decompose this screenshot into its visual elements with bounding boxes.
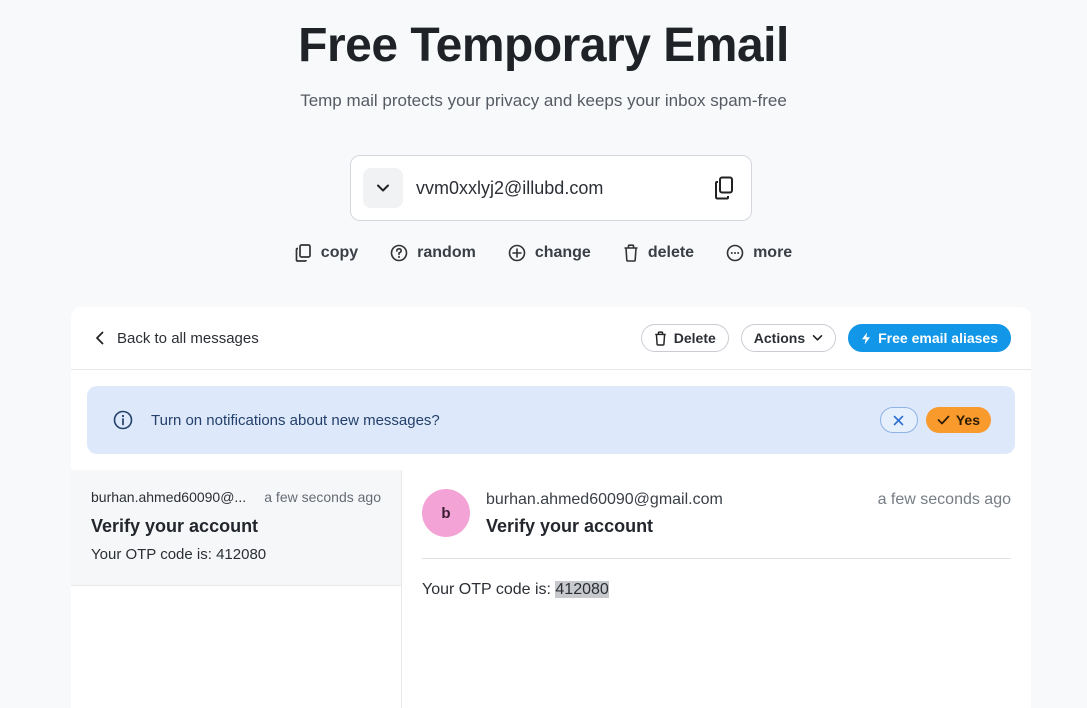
chevron-down-icon bbox=[377, 184, 389, 192]
delete-message-label: Delete bbox=[673, 330, 716, 346]
message-sender: burhan.ahmed60090@gmail.com bbox=[486, 491, 723, 508]
copy-icon bbox=[295, 244, 311, 262]
trash-icon bbox=[624, 244, 638, 262]
delete-action-label: delete bbox=[647, 244, 695, 261]
close-icon bbox=[894, 415, 904, 425]
message-list: burhan.ahmed60090@... a few seconds ago … bbox=[71, 470, 402, 708]
message-panel: Back to all messages Delete Actions Free… bbox=[71, 307, 1031, 708]
copy-action-label: copy bbox=[320, 244, 359, 261]
notification-banner: Turn on notifications about new messages… bbox=[87, 386, 1015, 454]
message-subject: Verify your account bbox=[486, 516, 654, 536]
list-item[interactable]: burhan.ahmed60090@... a few seconds ago … bbox=[71, 470, 401, 586]
chevron-left-icon bbox=[96, 331, 104, 345]
list-item-subject: Verify your account bbox=[91, 516, 259, 536]
more-circle-icon bbox=[726, 244, 744, 262]
copy-address-button[interactable] bbox=[711, 174, 739, 202]
more-action[interactable]: more bbox=[726, 244, 792, 262]
dismiss-notification-button[interactable] bbox=[879, 407, 918, 433]
page-title: Free Temporary Email bbox=[298, 19, 789, 72]
notification-text: Turn on notifications about new messages… bbox=[151, 411, 440, 429]
address-dropdown-button[interactable] bbox=[363, 168, 403, 208]
question-circle-icon bbox=[390, 244, 408, 262]
more-action-label: more bbox=[753, 244, 793, 261]
message-body-text: Your OTP code is: bbox=[422, 581, 556, 598]
otp-code[interactable]: 412080 bbox=[555, 581, 609, 598]
change-action[interactable]: change bbox=[508, 244, 591, 262]
avatar: b bbox=[422, 489, 470, 537]
copy-icon bbox=[715, 176, 733, 200]
copy-action[interactable]: copy bbox=[295, 244, 358, 262]
message-toolbar: Back to all messages Delete Actions Free… bbox=[71, 307, 1031, 370]
message-reader: b burhan.ahmed60090@gmail.com Verify you… bbox=[422, 470, 1011, 599]
plus-circle-icon bbox=[508, 244, 526, 262]
message-time: a few seconds ago bbox=[877, 491, 1011, 508]
back-to-messages-link[interactable]: Back to all messages bbox=[95, 330, 259, 347]
check-icon bbox=[937, 415, 950, 425]
trash-icon bbox=[654, 330, 666, 346]
info-icon bbox=[113, 410, 133, 430]
page-subtitle: Temp mail protects your privacy and keep… bbox=[300, 91, 787, 110]
change-action-label: change bbox=[534, 244, 591, 261]
list-item-sender: burhan.ahmed60090@... bbox=[91, 489, 247, 505]
back-link-label: Back to all messages bbox=[117, 329, 259, 347]
actions-dropdown-button[interactable]: Actions bbox=[740, 324, 837, 352]
free-email-aliases-label: Free email aliases bbox=[878, 330, 998, 346]
email-address-box: vvm0xxlyj2@illubd.com bbox=[350, 155, 752, 221]
message-header: b burhan.ahmed60090@gmail.com Verify you… bbox=[422, 470, 1011, 559]
chevron-down-icon bbox=[812, 335, 823, 341]
delete-action[interactable]: delete bbox=[623, 244, 694, 262]
message-body: Your OTP code is: 412080 bbox=[422, 581, 1011, 599]
delete-message-button[interactable]: Delete bbox=[640, 324, 729, 352]
random-action[interactable]: random bbox=[390, 244, 476, 262]
free-email-aliases-button[interactable]: Free email aliases bbox=[848, 324, 1011, 352]
lightning-icon bbox=[862, 332, 871, 344]
list-item-time: a few seconds ago bbox=[264, 489, 381, 505]
enable-notifications-button[interactable]: Yes bbox=[925, 407, 991, 433]
random-action-label: random bbox=[417, 244, 476, 261]
mailbox-actions: copy random change delete more bbox=[0, 244, 1087, 262]
actions-label: Actions bbox=[753, 330, 806, 346]
email-address[interactable]: vvm0xxlyj2@illubd.com bbox=[416, 178, 711, 199]
yes-label: Yes bbox=[955, 412, 980, 428]
list-item-preview: Your OTP code is: 412080 bbox=[91, 546, 267, 563]
